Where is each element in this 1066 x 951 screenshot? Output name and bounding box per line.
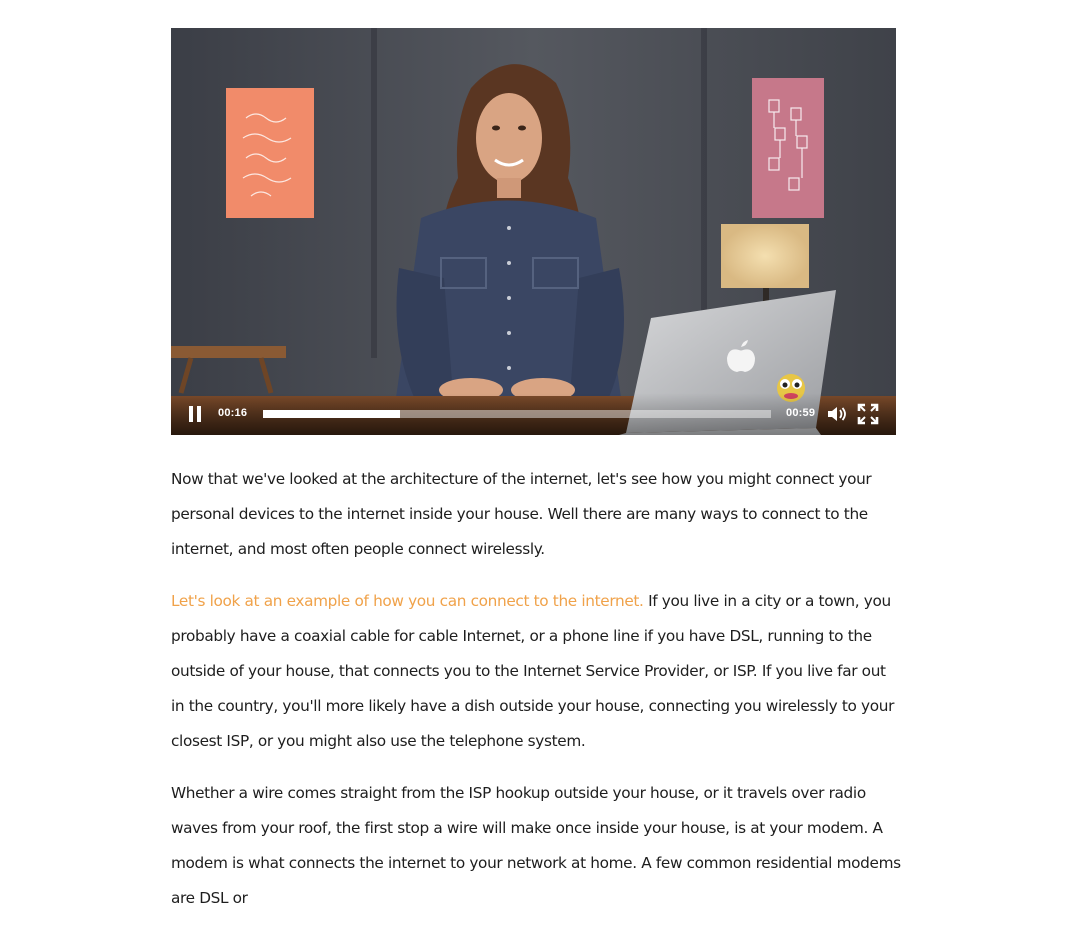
- duration-time: 00:59: [786, 407, 816, 419]
- transcript-text: Now that we've looked at the architectur…: [171, 462, 901, 933]
- pause-button[interactable]: [185, 404, 207, 424]
- paragraph-intro: Now that we've looked at the architectur…: [171, 470, 872, 558]
- progress-fill: [263, 410, 401, 418]
- volume-icon: [828, 407, 846, 421]
- video-player[interactable]: 00:16 00:59: [171, 28, 896, 435]
- fullscreen-button[interactable]: [857, 403, 879, 425]
- current-time: 00:16: [218, 407, 248, 419]
- paragraph-modem: Whether a wire comes straight from the I…: [171, 784, 901, 907]
- paragraph-example-rest: If you live in a city or a town, you pro…: [171, 592, 895, 750]
- fullscreen-icon: [857, 403, 879, 425]
- video-frame[interactable]: [171, 28, 896, 435]
- progress-bar[interactable]: [263, 410, 771, 418]
- paragraph-example: Let's look at an example of how you can …: [171, 584, 901, 759]
- pause-icon-bar: [197, 406, 201, 422]
- pause-icon: [189, 406, 193, 422]
- highlighted-sentence[interactable]: Let's look at an example of how you can …: [171, 592, 644, 610]
- volume-button[interactable]: [826, 403, 848, 425]
